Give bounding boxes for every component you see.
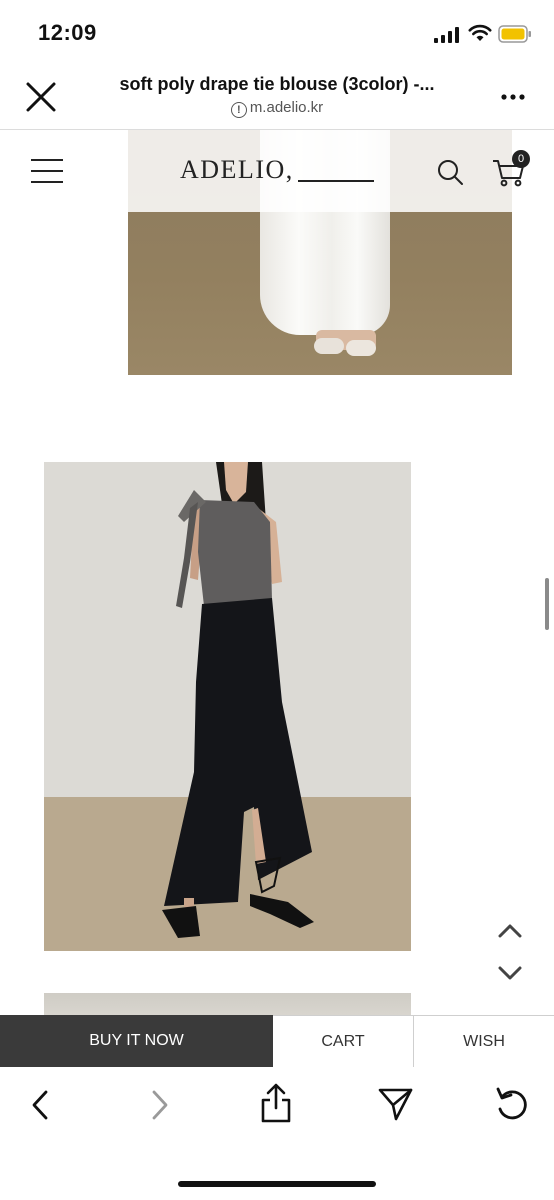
more-options-button[interactable] [498,90,528,104]
search-button[interactable] [436,158,464,186]
close-button[interactable] [22,78,60,116]
home-indicator[interactable] [178,1181,376,1187]
back-button[interactable] [26,1086,56,1124]
site-logo[interactable]: ADELIO, [180,155,294,185]
url-display[interactable]: ! m.adelio.kr [90,99,464,118]
scrollbar[interactable] [545,578,549,630]
forward-button[interactable] [144,1086,174,1124]
wifi-icon [468,24,492,41]
product-photo-tie-blouse [44,462,411,951]
info-icon: ! [230,102,247,118]
buy-now-button[interactable]: BUY IT NOW [0,1015,273,1067]
scroll-up-button[interactable] [496,918,524,944]
url-text: m.adelio.kr [249,99,324,116]
wish-button[interactable]: WISH [414,1015,554,1067]
menu-button[interactable] [30,156,64,186]
scroll-down-button[interactable] [496,960,524,986]
product-photo-next [44,993,411,1015]
reload-button[interactable] [494,1085,530,1123]
cart-count-badge: 0 [512,150,530,168]
share-button[interactable] [258,1082,294,1124]
signal-icon [434,27,459,43]
send-button[interactable] [376,1086,414,1122]
status-time: 12:09 [38,20,97,45]
add-to-cart-button[interactable]: CART [273,1015,414,1067]
logo-underline [298,180,374,182]
cart-button[interactable]: 0 [492,150,530,188]
battery-icon [498,25,531,43]
page-title: soft poly drape tie blouse (3color) -... [119,74,435,94]
